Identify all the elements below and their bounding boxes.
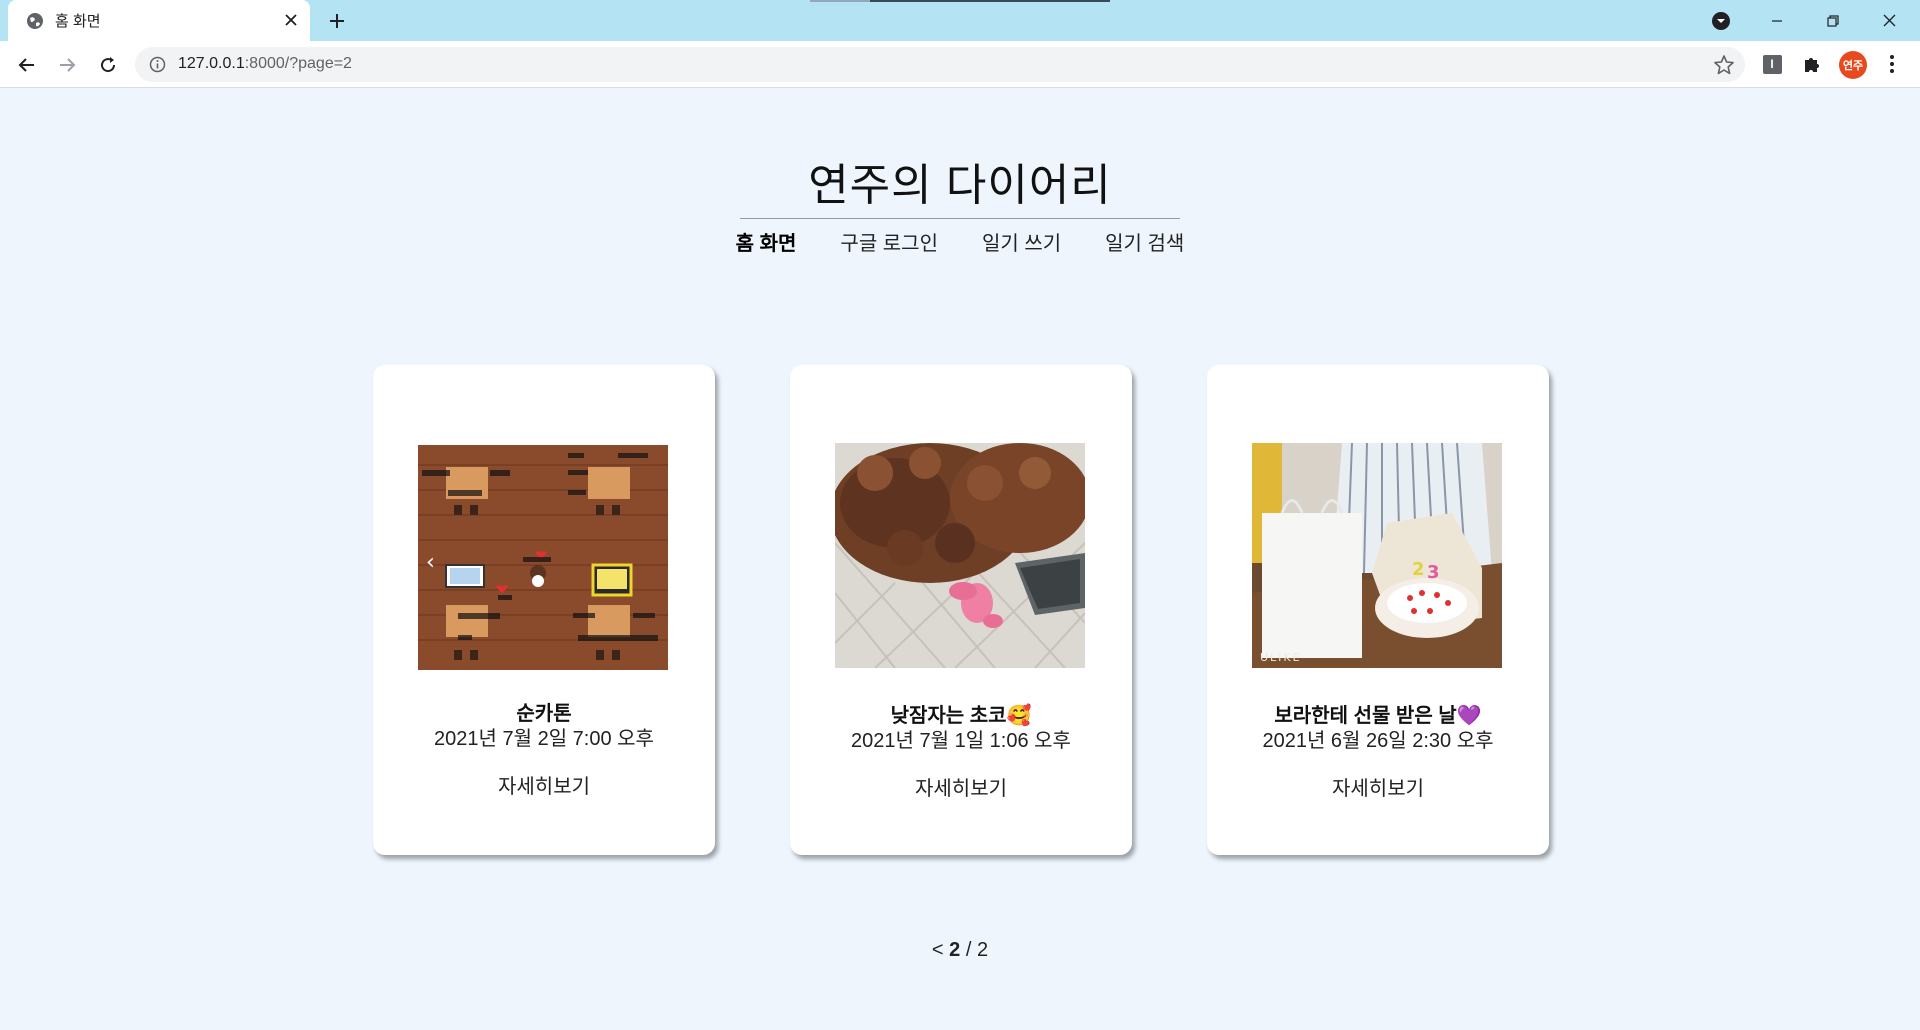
url-host: 127.0.0.1 — [178, 55, 245, 72]
svg-text:3: 3 — [1427, 562, 1440, 583]
current-page: 2 — [949, 939, 961, 961]
address-bar[interactable]: 127.0.0.1:8000/?page=2 — [135, 47, 1745, 82]
post-card[interactable]: 2 3 ULIKE 보라한테 선물 받은 날💜 2021년 6월 26일 2:3… — [1207, 365, 1549, 855]
url-path: :8000/?page=2 — [244, 55, 352, 72]
diary-page: 연주의 다이어리 홈 화면 구글 로그인 일기 쓰기 일기 검색 ‹ 순카톤 2… — [0, 89, 1920, 1030]
close-tab-icon[interactable] — [280, 9, 302, 31]
reload-icon[interactable] — [96, 53, 120, 77]
tab-search-icon[interactable] — [1711, 11, 1731, 31]
close-window-icon[interactable] — [1866, 0, 1912, 41]
tab-strip-divider-accent — [810, 0, 870, 2]
restore-icon[interactable] — [1810, 0, 1856, 41]
globe-icon — [27, 13, 43, 29]
url-text: 127.0.0.1:8000/?page=2 — [178, 55, 352, 73]
pagination: < 2 / 2 — [0, 939, 1920, 962]
prev-page-link[interactable]: < — [932, 939, 944, 961]
nav-home[interactable]: 홈 화면 — [736, 227, 797, 256]
carousel-prev-icon[interactable]: ‹ — [426, 550, 435, 575]
title-divider — [740, 218, 1180, 219]
nav-google-login[interactable]: 구글 로그인 — [840, 227, 938, 256]
new-tab-icon[interactable] — [325, 9, 349, 33]
read-more-link[interactable]: 자세히보기 — [1207, 772, 1549, 801]
photo-watermark: ULIKE — [1260, 651, 1302, 664]
read-more-link[interactable]: 자세히보기 — [373, 770, 715, 799]
profile-avatar[interactable]: 연주 — [1839, 51, 1867, 79]
post-date: 2021년 7월 1일 1:06 오후 — [851, 730, 1071, 752]
page-title: 연주의 다이어리 — [808, 161, 1112, 210]
browser-tab-strip: 홈 화면 — [0, 0, 1920, 41]
kebab-menu-icon[interactable] — [1880, 52, 1904, 76]
post-card[interactable]: ‹ 순카톤 2021년 7월 2일 7:00 오후 자세히보기 — [373, 365, 715, 855]
post-date: 2021년 6월 26일 2:30 오후 — [1262, 730, 1494, 752]
read-more-link[interactable]: 자세히보기 — [790, 772, 1132, 801]
post-photo-birthday-cake[interactable]: 2 3 ULIKE — [1252, 443, 1502, 668]
nav-write-diary[interactable]: 일기 쓰기 — [982, 227, 1061, 256]
forward-icon[interactable] — [55, 53, 79, 77]
total-pages: 2 — [976, 939, 989, 961]
minimize-icon[interactable] — [1754, 0, 1800, 41]
page-separator: / — [965, 939, 972, 961]
site-info-icon[interactable] — [149, 56, 166, 73]
nav-search-diary[interactable]: 일기 검색 — [1105, 227, 1184, 256]
extensions-puzzle-icon[interactable] — [1800, 52, 1824, 76]
browser-toolbar: 127.0.0.1:8000/?page=2 I — [0, 41, 1920, 88]
browser-tab[interactable]: 홈 화면 — [8, 0, 310, 41]
main-nav: 홈 화면 구글 로그인 일기 쓰기 일기 검색 — [0, 227, 1920, 256]
tab-title: 홈 화면 — [55, 13, 101, 30]
reader-extension-icon[interactable]: I — [1760, 52, 1784, 76]
post-photo-game-map[interactable]: ‹ — [418, 445, 668, 670]
svg-text:2: 2 — [1412, 559, 1425, 580]
post-card[interactable]: 낮잠자는 초코🥰 2021년 7월 1일 1:06 오후 자세히보기 — [790, 365, 1132, 855]
post-date: 2021년 7월 2일 7:00 오후 — [434, 728, 654, 750]
post-photo-sleeping-dog[interactable] — [835, 443, 1085, 668]
back-icon[interactable] — [15, 53, 39, 77]
bookmark-star-icon[interactable] — [1713, 54, 1735, 76]
